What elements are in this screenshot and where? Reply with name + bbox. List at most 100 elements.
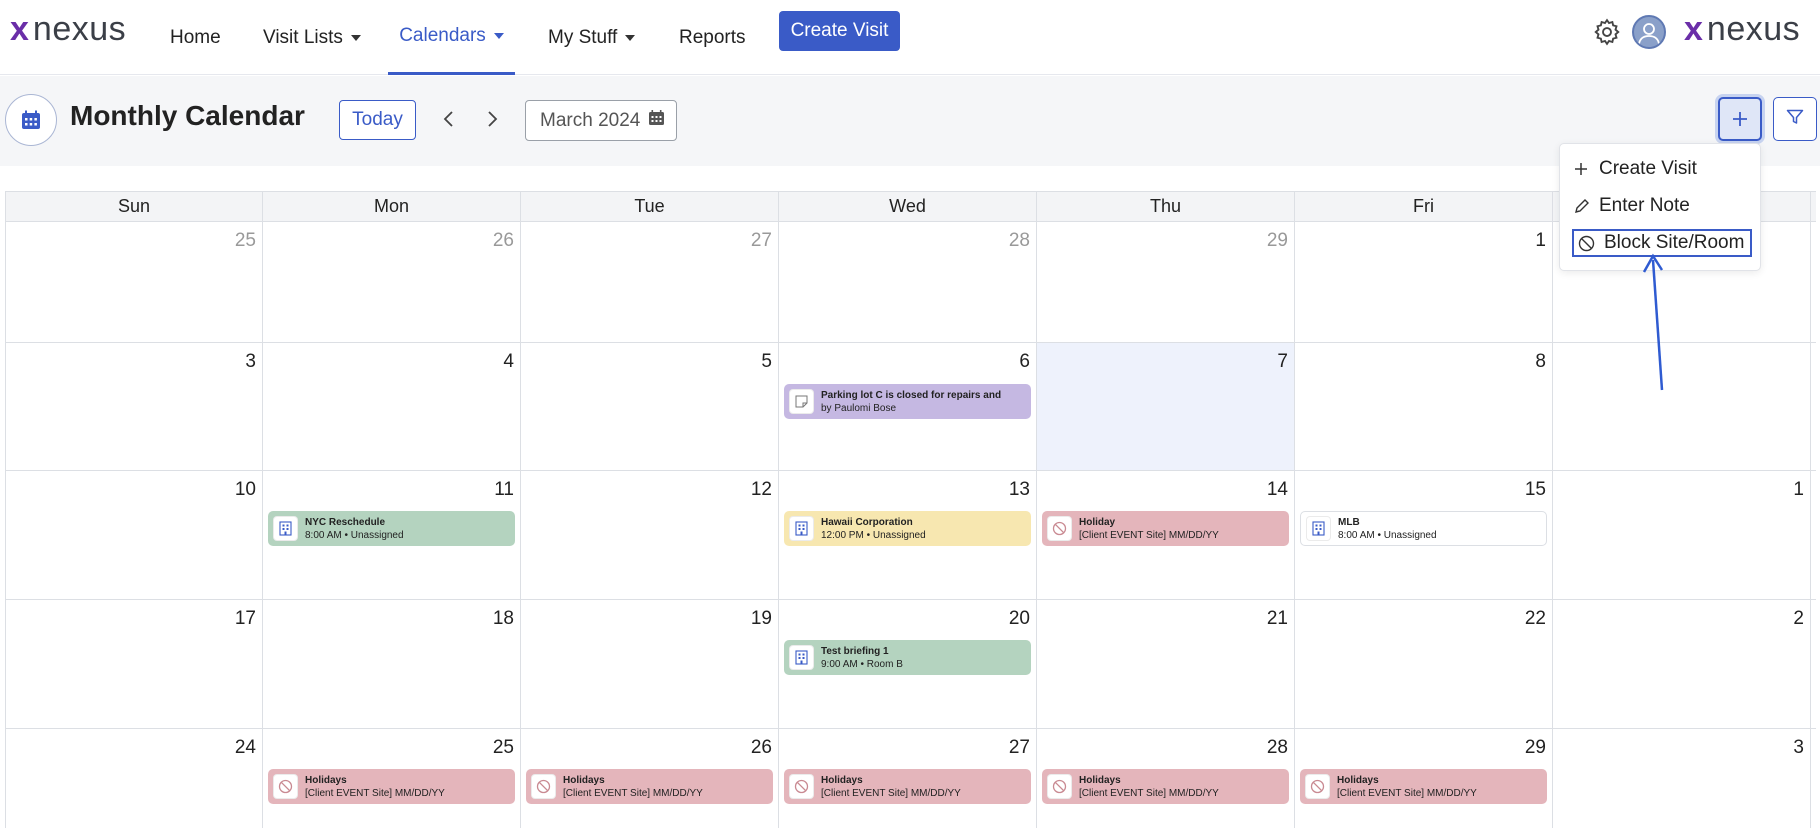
calendar-week: 24 25 Holidays [Client EVENT Site] MM/DD/…: [5, 729, 1816, 828]
month-label: March 2024: [540, 109, 641, 131]
calendar-event[interactable]: Holidays [Client EVENT Site] MM/DD/YY: [784, 769, 1031, 804]
event-subtitle: [Client EVENT Site] MM/DD/YY: [305, 787, 445, 799]
month-picker[interactable]: March 2024: [525, 100, 677, 141]
day-cell[interactable]: 5: [521, 343, 779, 470]
calendar-event[interactable]: MLB 8:00 AM • Unassigned: [1300, 511, 1547, 546]
calendar-event[interactable]: Parking lot C is closed for repairs and b…: [784, 384, 1031, 419]
nav-my-stuff[interactable]: My Stuff: [548, 0, 636, 75]
day-number: 6: [1019, 351, 1030, 372]
create-visit-button[interactable]: Create Visit: [779, 11, 900, 51]
day-cell[interactable]: 19: [521, 600, 779, 728]
day-cell[interactable]: 24: [5, 729, 263, 828]
day-cell[interactable]: 18: [263, 600, 521, 728]
event-title: Parking lot C is closed for repairs and: [821, 389, 1002, 401]
day-number: 26: [492, 230, 514, 251]
nav-home-label: Home: [170, 26, 221, 48]
event-title: Holidays: [305, 774, 347, 786]
gear-icon[interactable]: [1592, 17, 1622, 47]
day-cell[interactable]: 27 Holidays [Client EVENT Site] MM/DD/YY: [779, 729, 1037, 828]
day-number: 21: [1266, 608, 1288, 629]
day-cell[interactable]: 29: [1037, 222, 1295, 342]
nav-reports-label: Reports: [679, 26, 746, 48]
brand-x-mark: x: [1684, 10, 1703, 48]
day-number: 24: [234, 737, 256, 758]
day-number: 11: [494, 479, 514, 500]
day-number: 3: [245, 351, 256, 372]
event-subtitle: 8:00 AM • Unassigned: [305, 529, 404, 541]
create-visit-label: Create Visit: [790, 20, 889, 41]
brand-logo[interactable]: x nexus: [10, 12, 126, 46]
nav-reports[interactable]: Reports: [679, 0, 746, 75]
day-cell[interactable]: 21: [1037, 600, 1295, 728]
nav-visit-lists[interactable]: Visit Lists: [263, 0, 361, 75]
day-number: 29: [1524, 737, 1546, 758]
event-subtitle: [Client EVENT Site] MM/DD/YY: [1079, 529, 1219, 541]
day-cell[interactable]: 17: [5, 600, 263, 728]
day-cell[interactable]: 13 Hawaii Corporation 12:00 PM • Unassign…: [779, 471, 1037, 599]
day-number: 29: [1266, 230, 1288, 251]
day-cell[interactable]: 28 Holidays [Client EVENT Site] MM/DD/YY: [1037, 729, 1295, 828]
nav-home[interactable]: Home: [170, 0, 221, 75]
day-number: 12: [750, 479, 772, 500]
calendar-event[interactable]: Holiday [Client EVENT Site] MM/DD/YY: [1042, 511, 1289, 546]
menu-item-label: Create Visit: [1599, 158, 1697, 179]
day-cell[interactable]: 15 MLB 8:00 AM • Unassigned: [1295, 471, 1553, 599]
day-cell[interactable]: 3: [1553, 729, 1811, 828]
menu-item-enter-note[interactable]: Enter Note: [1572, 195, 1690, 217]
day-cell[interactable]: 14 Holiday [Client EVENT Site] MM/DD/YY: [1037, 471, 1295, 599]
day-cell[interactable]: 3: [5, 343, 263, 470]
day-number: 28: [1266, 737, 1288, 758]
day-number: 8: [1535, 351, 1546, 372]
day-cell[interactable]: 6 Parking lot C is closed for repairs an…: [779, 343, 1037, 470]
pencil-icon: [1572, 197, 1590, 215]
filter-button[interactable]: [1773, 97, 1817, 141]
event-title: Holidays: [563, 774, 605, 786]
block-icon: [273, 774, 298, 799]
day-cell[interactable]: [1553, 343, 1811, 470]
calendar-event[interactable]: Holidays [Client EVENT Site] MM/DD/YY: [268, 769, 515, 804]
user-avatar-icon[interactable]: [1632, 15, 1666, 49]
nav-my-stuff-label: My Stuff: [548, 26, 618, 48]
calendar-event[interactable]: Holidays [Client EVENT Site] MM/DD/YY: [526, 769, 773, 804]
day-cell[interactable]: 8: [1295, 343, 1553, 470]
event-title: Test briefing 1: [821, 645, 889, 657]
calendar-event[interactable]: NYC Reschedule 8:00 AM • Unassigned: [268, 511, 515, 546]
calendar-small-icon: [648, 109, 665, 132]
add-button[interactable]: [1718, 97, 1762, 141]
day-cell[interactable]: 26 Holidays [Client EVENT Site] MM/DD/YY: [521, 729, 779, 828]
day-cell[interactable]: 1: [1553, 471, 1811, 599]
event-title: Holidays: [1079, 774, 1121, 786]
brand-logo-right: x nexus: [1684, 12, 1800, 46]
menu-item-label: Block Site/Room: [1604, 232, 1745, 253]
chevron-right-icon[interactable]: [481, 108, 503, 130]
calendar-event[interactable]: Test briefing 1 9:00 AM • Room B: [784, 640, 1031, 675]
day-cell[interactable]: 25 Holidays [Client EVENT Site] MM/DD/YY: [263, 729, 521, 828]
day-cell[interactable]: 28: [779, 222, 1037, 342]
day-cell[interactable]: 4: [263, 343, 521, 470]
calendar-event[interactable]: Holidays [Client EVENT Site] MM/DD/YY: [1042, 769, 1289, 804]
day-cell[interactable]: 27: [521, 222, 779, 342]
day-cell[interactable]: 1: [1295, 222, 1553, 342]
day-cell[interactable]: 12: [521, 471, 779, 599]
nav-calendars[interactable]: Calendars: [388, 0, 515, 75]
day-cell[interactable]: 25: [5, 222, 263, 342]
day-cell-today[interactable]: 7: [1037, 343, 1295, 470]
event-subtitle: 8:00 AM • Unassigned: [1338, 529, 1437, 541]
day-number: 1: [1535, 230, 1546, 251]
day-cell[interactable]: 29 Holidays [Client EVENT Site] MM/DD/YY: [1295, 729, 1553, 828]
day-cell[interactable]: 26: [263, 222, 521, 342]
day-cell[interactable]: 22: [1295, 600, 1553, 728]
day-number: 3: [1793, 737, 1804, 758]
day-cell[interactable]: 20 Test briefing 1 9:00 AM • Room B: [779, 600, 1037, 728]
calendar-event[interactable]: Holidays [Client EVENT Site] MM/DD/YY: [1300, 769, 1547, 804]
chevron-left-icon[interactable]: [438, 108, 460, 130]
day-cell[interactable]: 2: [1553, 600, 1811, 728]
menu-item-create-visit[interactable]: Create Visit: [1572, 158, 1697, 180]
day-cell[interactable]: 10: [5, 471, 263, 599]
top-nav: x nexus Home Visit Lists Calendars My St…: [0, 0, 1820, 75]
today-button[interactable]: Today: [339, 100, 416, 140]
calendar-event[interactable]: Hawaii Corporation 12:00 PM • Unassigned: [784, 511, 1031, 546]
day-cell[interactable]: 11 NYC Reschedule 8:00 AM • Unassigned: [263, 471, 521, 599]
calendar-week: 17 18 19 20 Test briefing 1 9:00 AM • Roo…: [5, 600, 1816, 729]
today-label: Today: [352, 109, 403, 130]
